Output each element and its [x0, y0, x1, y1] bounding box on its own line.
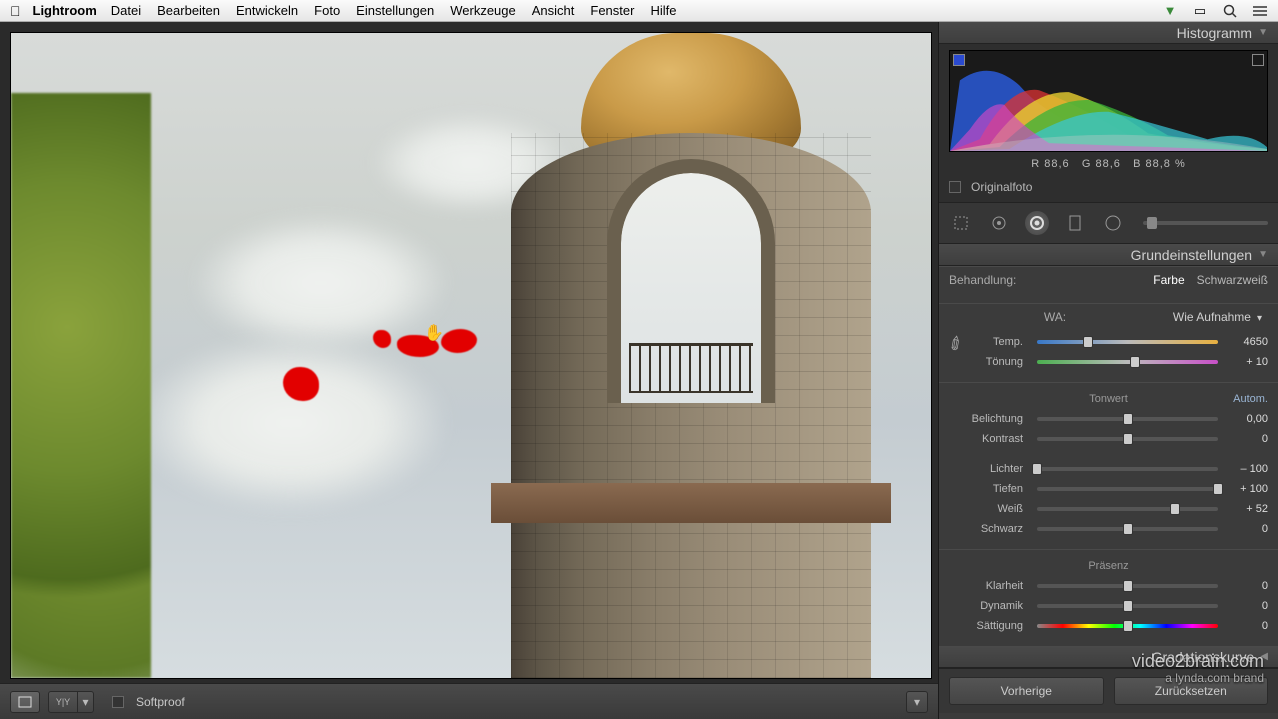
app-name[interactable]: Lightroom	[33, 3, 97, 18]
previous-button[interactable]: Vorherige	[949, 677, 1104, 705]
grad-tool-icon[interactable]	[1063, 211, 1087, 235]
bottom-toolbar: Y|Y ▾ Softproof ▾	[0, 683, 938, 719]
menu-ansicht[interactable]: Ansicht	[532, 3, 575, 18]
vibrance-slider[interactable]	[1037, 604, 1218, 608]
menu-fenster[interactable]: Fenster	[590, 3, 634, 18]
original-checkbox[interactable]	[949, 181, 961, 193]
saturation-slider[interactable]	[1037, 624, 1218, 628]
treatment-bw[interactable]: Schwarzweiß	[1197, 273, 1268, 287]
clarity-slider[interactable]	[1037, 584, 1218, 588]
list-icon[interactable]	[1252, 3, 1268, 19]
menu-entwickeln[interactable]: Entwickeln	[236, 3, 298, 18]
photo-canvas[interactable]: ✋	[10, 32, 932, 679]
chevron-down-icon: ▼	[1258, 249, 1268, 260]
spot-tool-icon[interactable]	[987, 211, 1011, 235]
watermark: video2brain.com a lynda.com brand	[1132, 652, 1264, 685]
contrast-slider[interactable]	[1037, 437, 1218, 441]
basic-header[interactable]: Grundeinstellungen▼	[939, 244, 1278, 266]
rgb-readout: R 88,6 G 88,6 B 88,8 %	[949, 152, 1268, 176]
mask-amount-slider[interactable]	[1143, 221, 1268, 225]
before-after-yy-button[interactable]: Y|Y	[48, 691, 78, 713]
white-slider[interactable]	[1037, 507, 1218, 511]
softproof-checkbox[interactable]	[112, 696, 124, 708]
shadow-clip-icon[interactable]	[953, 54, 965, 66]
sync-icon[interactable]: ▼	[1162, 3, 1178, 19]
hand-cursor-icon: ✋	[424, 323, 444, 343]
search-icon[interactable]	[1222, 3, 1238, 19]
chevron-down-icon: ▼	[1258, 27, 1268, 38]
highlights-slider[interactable]	[1037, 467, 1218, 471]
menu-bearbeiten[interactable]: Bearbeiten	[157, 3, 220, 18]
right-panel: Histogramm▼ R 88,6 G 88,6 B	[938, 22, 1278, 719]
original-label: Originalfoto	[971, 180, 1032, 194]
softproof-label: Softproof	[136, 695, 185, 709]
toolbar-options-dropdown[interactable]: ▾	[906, 691, 928, 713]
shadows-slider[interactable]	[1037, 487, 1218, 491]
redeye-tool-icon[interactable]	[1025, 211, 1049, 235]
treatment-label: Behandlung:	[949, 273, 1141, 287]
treatment-color[interactable]: Farbe	[1153, 273, 1184, 287]
menu-hilfe[interactable]: Hilfe	[650, 3, 676, 18]
menu-foto[interactable]: Foto	[314, 3, 340, 18]
menu-datei[interactable]: Datei	[111, 3, 141, 18]
highlight-clip-icon[interactable]	[1252, 54, 1264, 66]
loupe-view-button[interactable]	[10, 691, 40, 713]
canvas-area: ✋ Y|Y ▾ Softproof ▾	[0, 22, 938, 719]
wa-preset-dropdown[interactable]: Wie Aufnahme	[1167, 308, 1268, 326]
radial-tool-icon[interactable]	[1101, 211, 1125, 235]
histogram-header[interactable]: Histogramm▼	[939, 22, 1278, 44]
before-after-dropdown[interactable]: ▾	[78, 691, 94, 713]
tool-strip	[939, 202, 1278, 244]
menu-werkzeuge[interactable]: Werkzeuge	[450, 3, 516, 18]
auto-tone-button[interactable]: Autom.	[1233, 393, 1268, 405]
display-icon[interactable]: ▭	[1192, 3, 1208, 19]
tint-slider[interactable]	[1037, 360, 1218, 364]
black-slider[interactable]	[1037, 527, 1218, 531]
menu-einstellungen[interactable]: Einstellungen	[356, 3, 434, 18]
crop-tool-icon[interactable]	[949, 211, 973, 235]
histogram[interactable]	[949, 50, 1268, 152]
wa-label: WA:	[949, 310, 1161, 324]
apple-icon[interactable]: 	[10, 3, 21, 19]
menubar:  Lightroom Datei Bearbeiten Entwickeln …	[0, 0, 1278, 22]
exposure-slider[interactable]	[1037, 417, 1218, 421]
temp-slider[interactable]	[1037, 340, 1218, 344]
